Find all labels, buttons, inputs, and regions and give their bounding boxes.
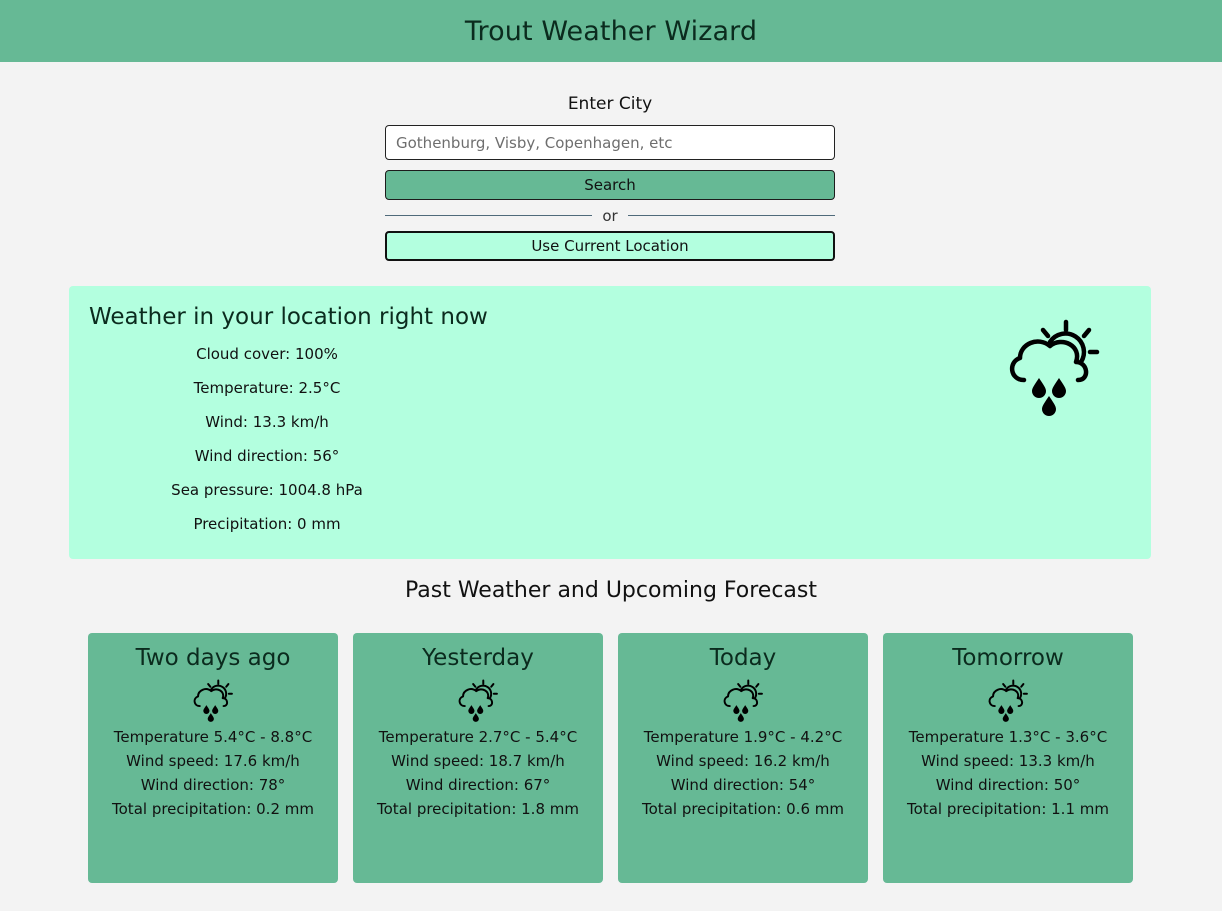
forecast-temperature: Temperature 1.3°C - 3.6°C	[908, 728, 1108, 746]
current-weather-panel: Weather in your location right now Cloud…	[69, 286, 1151, 559]
current-weather-stats: Cloud cover: 100% Temperature: 2.5°C Win…	[149, 341, 385, 545]
forecast-day-label: Tomorrow	[952, 645, 1064, 671]
app-title: Trout Weather Wizard	[464, 15, 758, 47]
cloud-cover-value: Cloud cover: 100%	[196, 345, 338, 363]
city-label: Enter City	[567, 94, 653, 114]
or-divider: or	[385, 200, 836, 231]
forecast-day-label: Today	[709, 645, 777, 671]
forecast-wind-speed: Wind speed: 18.7 km/h	[391, 752, 565, 770]
current-weather-title: Weather in your location right now	[89, 304, 488, 330]
forecast-wind-speed: Wind speed: 17.6 km/h	[126, 752, 300, 770]
temperature-value: Temperature: 2.5°C	[193, 379, 341, 397]
forecast-wind-direction: Wind direction: 50°	[935, 776, 1081, 794]
city-search-input[interactable]	[385, 125, 835, 160]
forecast-section-title: Past Weather and Upcoming Forecast	[404, 578, 817, 603]
forecast-card-tomorrow: Tomorrow Temperature 1.3°C - 3.6°C Wind …	[883, 633, 1133, 883]
forecast-precipitation: Total precipitation: 1.1 mm	[907, 800, 1109, 818]
forecast-precipitation: Total precipitation: 1.8 mm	[377, 800, 579, 818]
forecast-precipitation: Total precipitation: 0.2 mm	[112, 800, 314, 818]
forecast-precipitation: Total precipitation: 0.6 mm	[642, 800, 844, 818]
forecast-card-yesterday: Yesterday Temperature 2.7°C - 5.4°C Wind…	[353, 633, 603, 883]
or-label: or	[602, 206, 618, 225]
precipitation-value: Precipitation: 0 mm	[193, 515, 341, 533]
forecast-card-two-days-ago: Two days ago Temperature 5.4°C - 8.8°C W…	[88, 633, 338, 883]
forecast-wind-direction: Wind direction: 67°	[405, 776, 551, 794]
forecast-wind-direction: Wind direction: 54°	[670, 776, 816, 794]
sun-cloud-rain-icon	[721, 677, 765, 725]
search-form: Enter City Search or Use Current Locatio…	[385, 90, 836, 261]
use-current-location-button[interactable]: Use Current Location	[385, 231, 835, 261]
forecast-temperature: Temperature 5.4°C - 8.8°C	[113, 728, 313, 746]
forecast-temperature: Temperature 2.7°C - 5.4°C	[378, 728, 578, 746]
forecast-wind-speed: Wind speed: 13.3 km/h	[921, 752, 1095, 770]
forecast-day-label: Yesterday	[422, 645, 534, 671]
sun-cloud-rain-icon	[1004, 316, 1104, 421]
forecast-wind-direction: Wind direction: 78°	[140, 776, 286, 794]
forecast-day-label: Two days ago	[135, 645, 291, 671]
forecast-temperature: Temperature 1.9°C - 4.2°C	[643, 728, 843, 746]
sea-pressure-value: Sea pressure: 1004.8 hPa	[171, 481, 363, 499]
search-button[interactable]: Search	[385, 170, 835, 200]
forecast-wind-speed: Wind speed: 16.2 km/h	[656, 752, 830, 770]
app-header: Trout Weather Wizard	[0, 0, 1222, 62]
divider-line-left	[385, 215, 593, 216]
sun-cloud-rain-icon	[191, 677, 235, 725]
wind-value: Wind: 13.3 km/h	[205, 413, 329, 431]
wind-direction-value: Wind direction: 56°	[194, 447, 340, 465]
forecast-card-today: Today Temperature 1.9°C - 4.2°C Wind spe…	[618, 633, 868, 883]
divider-line-right	[627, 215, 836, 216]
sun-cloud-rain-icon	[456, 677, 500, 725]
sun-cloud-rain-icon	[986, 677, 1030, 725]
